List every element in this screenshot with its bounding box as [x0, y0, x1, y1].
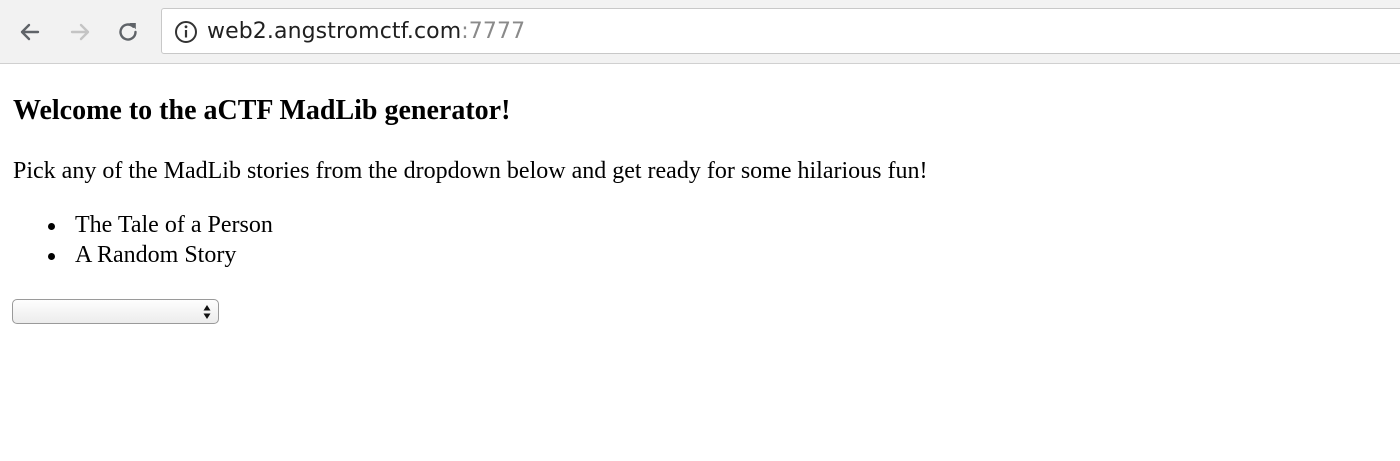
- reload-icon: [119, 23, 137, 41]
- story-dropdown[interactable]: [12, 299, 219, 324]
- url-host: web2.angstromctf.com: [207, 19, 462, 44]
- page-content: Welcome to the aCTF MadLib generator! Pi…: [0, 64, 1400, 461]
- reload-button[interactable]: [110, 14, 146, 50]
- story-list: The Tale of a Person A Random Story: [48, 210, 273, 270]
- address-bar[interactable]: web2.angstromctf.com:7777: [161, 8, 1400, 54]
- list-item: A Random Story: [48, 240, 273, 270]
- forward-button[interactable]: [62, 14, 98, 50]
- back-button[interactable]: [12, 14, 48, 50]
- info-icon[interactable]: [173, 19, 199, 45]
- back-arrow-icon: [20, 23, 40, 41]
- page-title: Welcome to the aCTF MadLib generator!: [13, 95, 511, 126]
- list-item: The Tale of a Person: [48, 210, 273, 240]
- intro-text: Pick any of the MadLib stories from the …: [13, 158, 928, 184]
- browser-toolbar: web2.angstromctf.com:7777: [0, 0, 1400, 64]
- url-text[interactable]: web2.angstromctf.com:7777: [207, 17, 525, 47]
- select-arrows-icon: [203, 305, 211, 319]
- url-port: :7777: [461, 19, 526, 44]
- forward-arrow-icon: [70, 23, 90, 41]
